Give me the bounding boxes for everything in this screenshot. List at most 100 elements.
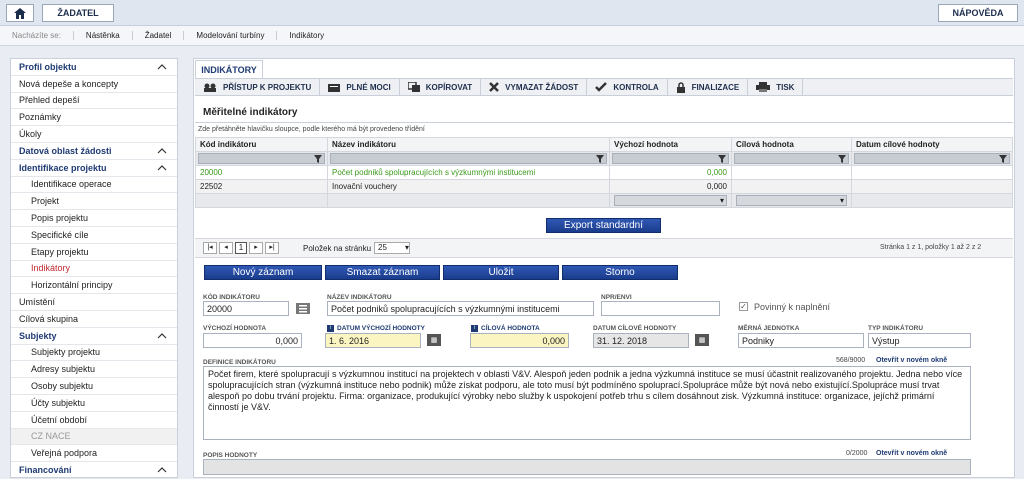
open-new-window-link[interactable]: Otevřít v novém okně [876,450,947,457]
breadcrumb: Nacházíte se: Nástěnka Žadatel Modelován… [0,26,1024,46]
description-textarea[interactable] [203,459,971,475]
breadcrumb-item[interactable]: Indikátory [276,31,336,40]
sidebar-item[interactable]: Subjekty [11,328,177,345]
chevron-down-icon: ▾ [839,196,844,205]
chevron-down-icon: ▾ [719,196,724,205]
sidebar-item[interactable]: Adresy subjektu [11,361,177,379]
toolbar-check-button[interactable]: KONTROLA [587,79,668,95]
calendar-icon[interactable]: ▦ [427,334,441,346]
filter-input[interactable] [854,153,1010,164]
mandatory-checkbox[interactable]: ✓ [739,302,748,311]
sidebar-item-label: Identifikace operace [31,179,112,190]
delete-record-button[interactable]: Smazat záznam [325,265,440,280]
sidebar-item-label: Subjekty projektu [31,347,101,358]
sidebar-item[interactable]: Účetní období [11,412,177,429]
calendar-icon[interactable]: ▦ [695,334,709,346]
list-icon[interactable] [296,303,310,314]
filter-input[interactable] [198,153,325,164]
start-date-field[interactable]: 1. 6. 2016 [325,333,421,348]
sidebar-item[interactable]: Účty subjektu [11,395,177,412]
sidebar-item[interactable]: Datová oblast žádosti [11,143,177,160]
cell-date [851,179,1013,194]
breadcrumb-item[interactable]: Nástěnka [72,31,132,40]
name-field[interactable]: Počet podniků spolupracujících s výzkumn… [327,301,594,316]
checkmark-icon [595,82,608,92]
next-page-icon[interactable]: ▸ [249,242,263,254]
toolbar-copy-button[interactable]: KOPÍROVAT [400,79,482,95]
sidebar-item[interactable]: Popis projektu [11,210,177,227]
sidebar-item[interactable]: Poznámky [11,109,177,127]
filter-input[interactable] [330,153,607,164]
sidebar-item[interactable]: Osoby subjektu [11,378,177,395]
sidebar-item-label: Účty subjektu [31,397,86,408]
toolbar-access-button[interactable]: PŘÍSTUP K PROJEKTU [195,79,321,95]
code-field[interactable]: 20000 [203,301,289,316]
filter-input[interactable] [612,153,729,164]
cancel-button[interactable]: Storno [562,265,678,280]
chevron-up-icon[interactable] [157,332,167,339]
save-button[interactable]: Uložit [443,265,559,280]
toolbar-delete-button[interactable]: VYMAZAT ŽÁDOST [481,79,588,95]
help-button[interactable]: NÁPOVĚDA [938,4,1018,22]
sidebar-item[interactable]: Etapy projektu [11,244,177,261]
sidebar-item[interactable]: Veřejná podpora [11,445,177,463]
filter-input[interactable] [734,153,849,164]
sidebar-item[interactable]: Umístění [11,294,177,311]
page-number[interactable]: 1 [235,242,247,254]
toolbar-finalize-button[interactable]: FINALIZACE [668,79,749,95]
target-value-field[interactable]: 0,000 [470,333,569,348]
open-new-window-link[interactable]: Otevřít v novém okně [876,357,947,364]
sidebar-item[interactable]: Úkoly [11,126,177,143]
chevron-up-icon[interactable] [157,467,167,473]
chevron-up-icon[interactable] [157,64,167,70]
breadcrumb-item[interactable]: Žadatel [131,31,184,40]
export-button[interactable]: Export standardní [546,218,661,233]
sidebar-item[interactable]: Indikátory [11,261,177,278]
sidebar-item[interactable]: Horizontální principy [11,277,177,295]
column-header[interactable]: Název indikátoru [327,137,610,152]
table-row[interactable]: 22502 Inovační vouchery 0,000 [195,179,1013,194]
column-header[interactable]: Kód indikátoru [195,137,328,152]
chevron-up-icon[interactable] [157,148,167,154]
sidebar-item-label: Financování [19,465,72,476]
cell-start: 0,000 [609,179,732,194]
chevron-up-icon[interactable] [157,164,167,171]
toolbar-print-button[interactable]: TISK [748,79,804,95]
last-page-icon[interactable]: ▸| [265,242,279,254]
sidebar-item[interactable]: Nová depeše a koncepty [11,76,177,93]
prev-page-icon[interactable]: ◂ [219,242,233,254]
column-header[interactable]: Datum cílové hodnoty [851,137,1013,152]
cell-code: 22502 [195,179,328,194]
sidebar-item[interactable]: Projekt [11,193,177,211]
table-row-selected[interactable]: 20000 Počet podniků spolupracujících s v… [195,165,1013,180]
sidebar-item[interactable]: Identifikace operace [11,177,177,194]
start-value-field[interactable]: 0,000 [203,333,302,348]
home-button[interactable] [6,4,34,22]
section-title: Měřitelné indikátory [203,107,298,118]
sidebar-item[interactable]: Cílová skupina [11,311,177,328]
sidebar-item-label: Identifikace projektu [19,162,107,173]
new-record-button[interactable]: Nový záznam [204,265,322,280]
applicant-button[interactable]: ŽADATEL [42,4,114,22]
npr-field[interactable] [601,301,720,316]
column-header[interactable]: Cílová hodnota [731,137,852,152]
code-label: KÓD INDIKÁTORU [203,294,260,301]
toolbar-power-of-attorney-button[interactable]: PLNÉ MOCI [320,79,400,95]
sidebar-item[interactable]: Přehled depeší [11,93,177,110]
definition-textarea[interactable]: Počet firem, které spolupracují s výzkum… [203,366,971,440]
sidebar-item[interactable]: Profil objektu [11,59,177,76]
per-page-select[interactable]: 25 ▾ [374,242,410,254]
summary-dropdown[interactable]: ▾ [614,195,727,206]
target-date-label: DATUM CÍLOVÉ HODNOTY [593,325,677,332]
tab-indikatory[interactable]: INDIKÁTORY [195,60,263,78]
summary-dropdown[interactable]: ▾ [736,195,847,206]
breadcrumb-item[interactable]: Modelování turbíny [183,31,276,40]
users-icon [204,83,216,92]
sidebar-item[interactable]: Financování [11,462,177,479]
sidebar-item[interactable]: Identifikace projektu [11,160,177,177]
sidebar-item[interactable]: Specifické cíle [11,227,177,244]
cell-code: 20000 [195,165,328,180]
first-page-icon[interactable]: |◂ [203,242,217,254]
sidebar-item[interactable]: Subjekty projektu [11,345,177,362]
column-header[interactable]: Výchozí hodnota [609,137,732,152]
